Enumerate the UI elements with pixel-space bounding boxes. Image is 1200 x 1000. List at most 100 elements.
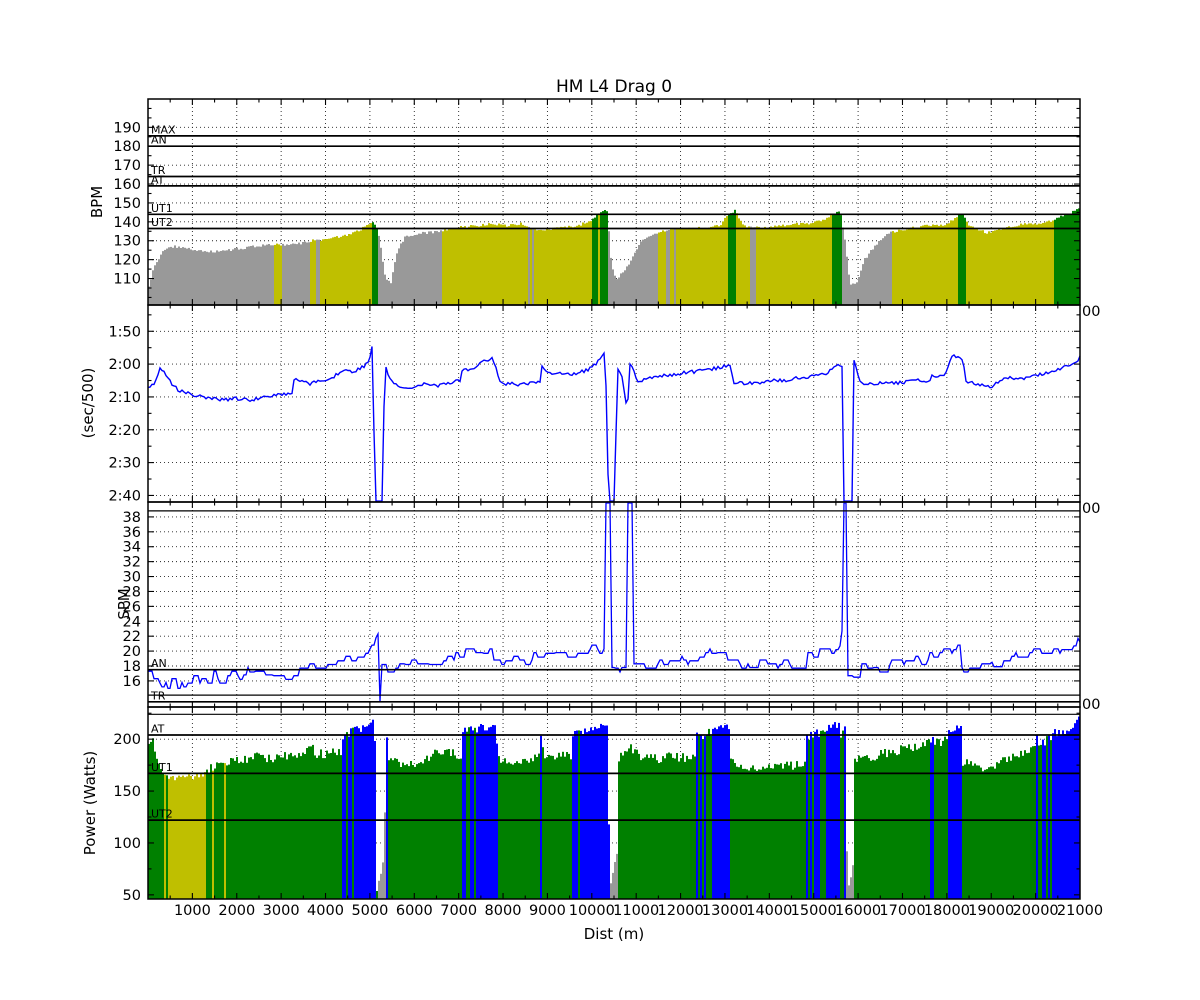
power-fill [208, 773, 210, 899]
power-fill [746, 769, 748, 899]
power-fill [796, 761, 798, 899]
power-fill [962, 765, 964, 899]
power-fill [760, 769, 762, 899]
power-fill [274, 759, 276, 899]
power-fill [462, 732, 464, 899]
power-fill [440, 754, 442, 899]
power-fill [392, 760, 394, 899]
y-tick-label: 2:30 [108, 456, 141, 472]
heart-rate-fill [524, 225, 526, 305]
heart-rate-fill [1068, 213, 1070, 305]
heart-rate-fill [754, 227, 756, 305]
power-fill [948, 730, 950, 899]
heart-rate-fill [698, 226, 700, 305]
heart-rate-fill [598, 213, 600, 305]
power-fill [952, 731, 954, 899]
heart-rate-fill [452, 228, 454, 305]
power-fill [412, 765, 414, 899]
heart-rate-fill [1066, 213, 1068, 305]
power-fill [302, 752, 304, 899]
power-fill [486, 730, 488, 899]
heart-rate-fill [1000, 229, 1002, 305]
heart-rate-fill [1028, 223, 1030, 305]
power-fill [790, 761, 792, 899]
power-fill [362, 725, 364, 899]
heart-rate-fill [914, 227, 916, 305]
heart-rate-fill [218, 251, 220, 305]
heart-rate-fill [716, 225, 718, 305]
power-fill [852, 865, 854, 899]
power-fill [984, 769, 986, 899]
heart-rate-fill [730, 213, 732, 305]
power-fill [1018, 757, 1020, 899]
power-fill [776, 764, 778, 899]
x-tick-label: 17000 [879, 903, 925, 919]
heart-rate-fill [250, 246, 252, 305]
heart-rate-fill [436, 231, 438, 305]
heart-rate-fill [1016, 226, 1018, 305]
heart-rate-fill [550, 230, 552, 305]
power-fill [172, 776, 174, 899]
power-fill [242, 762, 244, 899]
power-fill [572, 736, 574, 899]
heart-rate-fill [632, 256, 634, 305]
power-fill [286, 759, 288, 899]
heart-rate-fill [1052, 220, 1054, 305]
power-fill [854, 758, 856, 899]
power-fill [298, 753, 300, 899]
heart-rate-fill [546, 228, 548, 305]
heart-rate-fill [430, 231, 432, 305]
power-fill [198, 777, 200, 899]
heart-rate-fill [490, 223, 492, 305]
power-fill [586, 732, 588, 899]
heart-rate-fill [798, 224, 800, 305]
power-fill [600, 723, 602, 899]
power-fill [762, 766, 764, 899]
heart-rate-fill [530, 229, 532, 305]
heart-rate-fill [720, 225, 722, 305]
heart-rate-fill [890, 231, 892, 305]
power-fill [894, 753, 896, 899]
heart-rate-fill [368, 224, 370, 305]
threshold-label: AN [151, 657, 167, 670]
heart-rate-fill [762, 228, 764, 305]
heart-rate-fill [846, 256, 848, 305]
heart-rate-fill [384, 274, 386, 305]
power-fill [346, 732, 348, 899]
power-fill [296, 757, 298, 899]
power-fill [186, 776, 188, 899]
power-fill [688, 759, 690, 899]
power-fill [428, 760, 430, 899]
heart-rate-fill [888, 233, 890, 305]
power-fill [792, 769, 794, 899]
power-fill [576, 730, 578, 899]
power-fill [206, 769, 208, 899]
heart-rate-fill [336, 236, 338, 305]
power-fill [646, 754, 648, 899]
heart-rate-fill [742, 224, 744, 305]
heart-rate-fill [456, 227, 458, 305]
x-tick-label: 7000 [440, 903, 477, 919]
power-fill [1056, 736, 1058, 899]
heart-rate-fill [680, 228, 682, 305]
power-fill [1010, 760, 1012, 899]
x-tick-label: 4000 [307, 903, 344, 919]
heart-rate-fill [318, 239, 320, 305]
heart-rate-fill [910, 227, 912, 305]
power-fill [884, 749, 886, 899]
power-fill [788, 765, 790, 899]
heart-rate-fill [1008, 226, 1010, 305]
heart-rate-fill [382, 261, 384, 305]
panel-heart-rate: MAXANTRATUT1UT21101201301401501601701801… [113, 98, 1081, 306]
power-fill [714, 727, 716, 899]
power-fill [758, 769, 760, 899]
heart-rate-fill [618, 277, 620, 305]
power-fill [622, 755, 624, 899]
power-fill [898, 754, 900, 899]
power-fill [560, 756, 562, 899]
heart-rate-fill [756, 226, 758, 305]
power-fill [820, 730, 822, 899]
power-fill [320, 749, 322, 899]
power-fill [414, 766, 416, 899]
power-fill [448, 749, 450, 899]
